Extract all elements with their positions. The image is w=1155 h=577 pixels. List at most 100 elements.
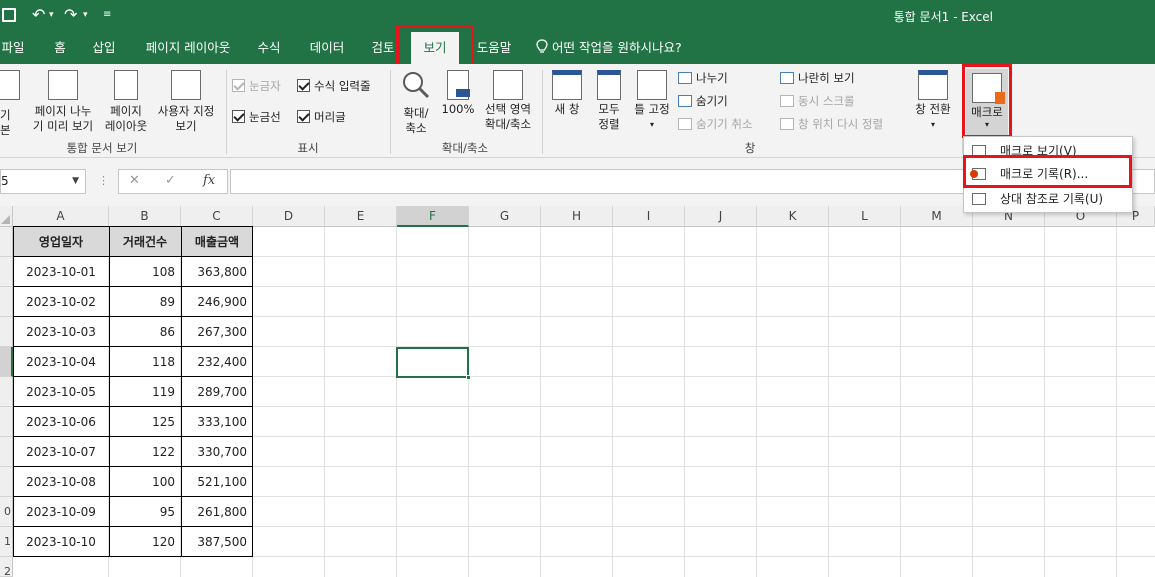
row-header[interactable]: 2	[0, 557, 13, 577]
table-cell[interactable]: 2023-10-03	[13, 317, 109, 347]
tab-home[interactable]: 홈	[48, 32, 72, 64]
table-cell[interactable]: 289,700	[181, 377, 253, 407]
table-cell[interactable]: 100	[109, 467, 181, 497]
tab-insert[interactable]: 삽입	[88, 32, 120, 64]
column-header-i[interactable]: I	[613, 206, 685, 227]
column-header-a[interactable]: A	[13, 206, 109, 227]
zoom-to-selection-button[interactable]: 선택 영역 확대/축소	[478, 70, 538, 132]
column-header-b[interactable]: B	[109, 206, 181, 227]
table-cell[interactable]: 2023-10-07	[13, 437, 109, 467]
table-cell[interactable]: 267,300	[181, 317, 253, 347]
page-layout-view-button[interactable]: 페이지 레이아웃	[100, 70, 152, 134]
formula-bar-checkbox[interactable]: 수식 입력줄	[297, 78, 371, 94]
name-box[interactable]: 5 ▼	[0, 169, 86, 194]
tab-formulas[interactable]: 수식	[252, 32, 286, 64]
column-header-g[interactable]: G	[469, 206, 541, 227]
row-header[interactable]	[0, 437, 13, 467]
gridlines-checkbox[interactable]: 눈금선	[232, 109, 281, 125]
table-cell[interactable]: 232,400	[181, 347, 253, 377]
split-button[interactable]: 나누기	[678, 69, 728, 87]
row-header[interactable]	[0, 347, 13, 377]
view-side-by-side-button[interactable]: 나란히 보기	[780, 69, 855, 87]
synchronous-scrolling-button[interactable]: 동시 스크롤	[780, 92, 855, 110]
new-window-button[interactable]: 새 창	[548, 70, 586, 117]
column-header-c[interactable]: C	[181, 206, 253, 227]
column-header-j[interactable]: J	[685, 206, 757, 227]
table-cell[interactable]: 122	[109, 437, 181, 467]
column-header-k[interactable]: K	[757, 206, 829, 227]
table-cell[interactable]: 118	[109, 347, 181, 377]
active-cell[interactable]	[396, 347, 471, 380]
arrange-all-button[interactable]: 모두 정렬	[592, 70, 626, 132]
tell-me-box[interactable]: 어떤 작업을 원하시나요?	[536, 32, 682, 64]
enter-icon[interactable]: ✓	[165, 173, 176, 188]
table-header-cell[interactable]: 거래건수	[109, 227, 181, 257]
table-cell[interactable]: 2023-10-05	[13, 377, 109, 407]
page-break-preview-button[interactable]: 페이지 나누 기 미리 보기	[28, 70, 98, 134]
tab-data[interactable]: 데이터	[304, 32, 350, 64]
column-header-e[interactable]: E	[325, 206, 397, 227]
table-cell[interactable]: 2023-10-09	[13, 497, 109, 527]
table-cell[interactable]: 363,800	[181, 257, 253, 287]
column-header-f[interactable]: F	[397, 206, 469, 227]
tab-review[interactable]: 검토	[368, 32, 398, 64]
unhide-button[interactable]: 숨기기 취소	[678, 115, 753, 133]
column-header-h[interactable]: H	[541, 206, 613, 227]
table-cell[interactable]: 2023-10-04	[13, 347, 109, 377]
use-relative-references-item[interactable]: 상대 참조로 기록(U)	[964, 187, 1132, 211]
headings-checkbox[interactable]: 머리글	[297, 109, 346, 125]
table-cell[interactable]: 2023-10-10	[13, 527, 109, 557]
switch-windows-caret-icon: ▾	[930, 120, 935, 129]
row-header[interactable]: 0	[0, 497, 13, 527]
column-header-d[interactable]: D	[253, 206, 325, 227]
row-header[interactable]	[0, 377, 13, 407]
table-cell[interactable]: 108	[109, 257, 181, 287]
row-header[interactable]	[0, 407, 13, 437]
table-cell[interactable]: 2023-10-06	[13, 407, 109, 437]
tab-help[interactable]: 도움말	[472, 32, 516, 64]
table-cell[interactable]: 119	[109, 377, 181, 407]
page-layout-icon	[114, 70, 138, 100]
table-cell[interactable]: 120	[109, 527, 181, 557]
zoom-100-button[interactable]: 100%	[440, 70, 476, 117]
tab-page-layout[interactable]: 페이지 레이아웃	[140, 32, 236, 64]
table-cell[interactable]: 330,700	[181, 437, 253, 467]
custom-views-button[interactable]: 사용자 지정 보기	[152, 70, 220, 134]
table-cell[interactable]: 125	[109, 407, 181, 437]
normal-view-button[interactable]: 기본	[0, 70, 20, 138]
table-cell[interactable]: 246,900	[181, 287, 253, 317]
cancel-icon[interactable]: ✕	[129, 173, 140, 188]
row-header[interactable]	[0, 227, 13, 257]
hide-button[interactable]: 숨기기	[678, 92, 728, 110]
row-header[interactable]	[0, 467, 13, 497]
table-cell[interactable]: 2023-10-01	[13, 257, 109, 287]
freeze-panes-button[interactable]: 틀 고정 ▾	[630, 70, 674, 132]
row-header[interactable]	[0, 257, 13, 287]
table-cell[interactable]: 333,100	[181, 407, 253, 437]
insert-function-icon[interactable]: fx	[203, 173, 215, 188]
zoom-button[interactable]: 확대/ 축소	[398, 70, 434, 136]
tab-file[interactable]: 파일	[0, 32, 26, 64]
table-cell[interactable]: 2023-10-08	[13, 467, 109, 497]
column-header-l[interactable]: L	[829, 206, 901, 227]
switch-windows-button[interactable]: 창 전환 ▾	[908, 70, 958, 132]
name-box-dropdown-icon[interactable]: ▼	[72, 170, 79, 193]
worksheet-grid[interactable]: ABCDEFGHIJKLMNOP 012 영업일자 거래건수 매출금액 2023-10…	[0, 206, 1155, 577]
table-cell[interactable]: 387,500	[181, 527, 253, 557]
select-all-corner[interactable]	[0, 206, 13, 227]
table-cell[interactable]: 86	[109, 317, 181, 347]
table-cell[interactable]: 89	[109, 287, 181, 317]
table-cell[interactable]: 2023-10-02	[13, 287, 109, 317]
row-header[interactable]: 1	[0, 527, 13, 557]
row-header[interactable]	[0, 317, 13, 347]
table-cell[interactable]: 261,800	[181, 497, 253, 527]
table-header-cell[interactable]: 매출금액	[181, 227, 253, 257]
table-cell[interactable]: 521,100	[181, 467, 253, 497]
table-border-line	[13, 526, 253, 527]
table-cell[interactable]: 95	[109, 497, 181, 527]
reset-window-position-button[interactable]: 창 위치 다시 정렬	[780, 115, 883, 133]
table-header-cell[interactable]: 영업일자	[13, 227, 109, 257]
row-header[interactable]	[0, 287, 13, 317]
fill-handle[interactable]	[466, 375, 471, 380]
ruler-checkbox[interactable]: 눈금자	[232, 78, 281, 94]
